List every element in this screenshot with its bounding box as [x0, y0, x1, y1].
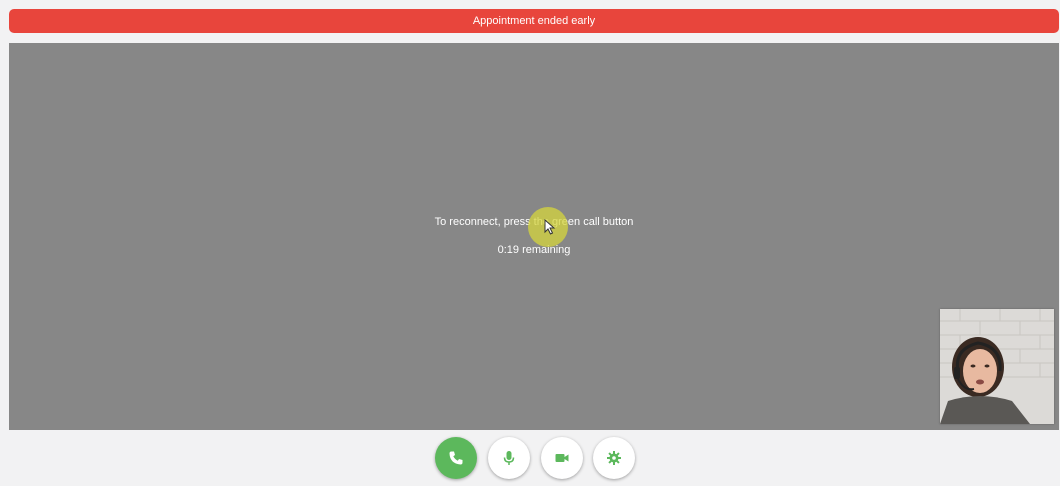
gear-icon — [607, 451, 621, 465]
camera-button[interactable] — [541, 437, 583, 479]
video-camera-icon — [555, 454, 569, 462]
microphone-button[interactable] — [488, 437, 530, 479]
phone-icon — [449, 451, 463, 465]
status-banner: Appointment ended early — [9, 9, 1059, 33]
settings-button[interactable] — [593, 437, 635, 479]
mouse-cursor-icon — [544, 219, 556, 235]
call-button[interactable] — [435, 437, 477, 479]
microphone-icon — [503, 451, 515, 465]
video-call-page: Appointment ended early To reconnect, pr… — [0, 0, 1060, 486]
self-view-video[interactable] — [940, 309, 1054, 424]
call-controls-bar — [0, 430, 1060, 486]
countdown-text: 0:19 remaining — [497, 244, 571, 256]
participant-video-thumbnail — [940, 309, 1054, 424]
status-banner-text: Appointment ended early — [472, 15, 596, 27]
